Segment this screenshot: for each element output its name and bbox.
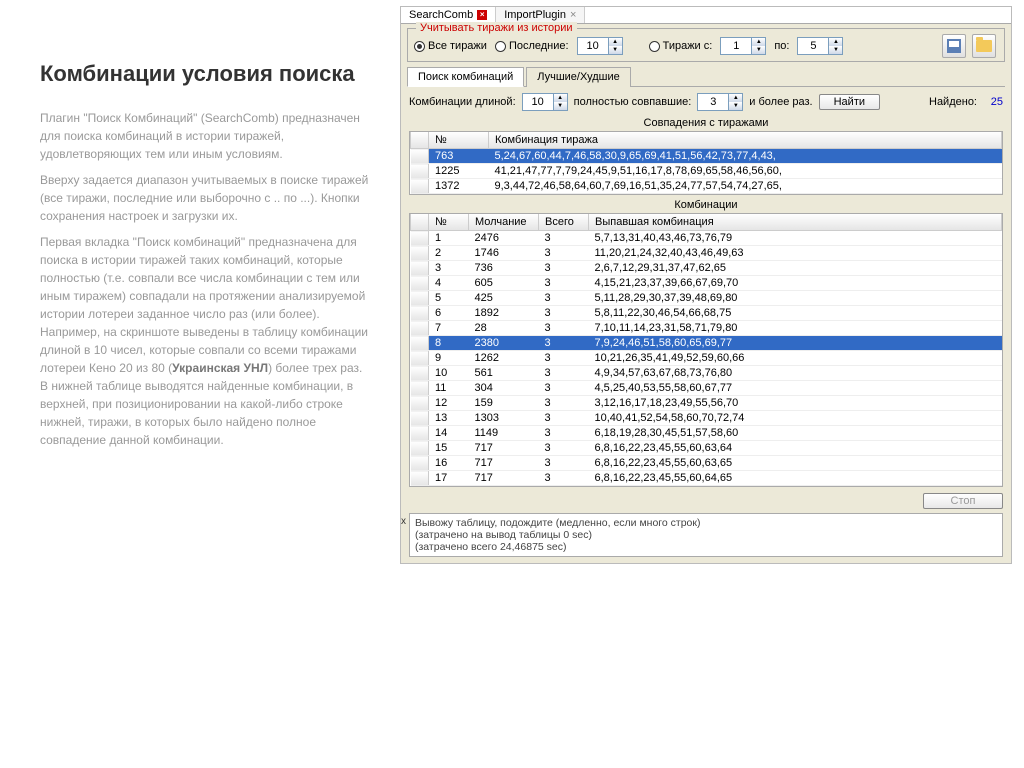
chevron-down-icon[interactable]: ▼	[728, 102, 742, 110]
app-window: SearchComb × ImportPlugin × Учитывать ти…	[400, 6, 1012, 564]
chevron-down-icon[interactable]: ▼	[608, 46, 622, 54]
table-row[interactable]: 8238037,9,24,46,51,58,60,65,69,77	[411, 336, 1002, 351]
folder-icon	[976, 40, 992, 52]
radio-all-draws[interactable]: Все тиражи	[414, 40, 487, 52]
table-row[interactable]: 1215933,12,16,17,18,23,49,55,56,70	[411, 396, 1002, 411]
length-label: Комбинации длиной:	[409, 96, 516, 108]
chevron-down-icon[interactable]: ▼	[751, 46, 765, 54]
subtab-bestworst[interactable]: Лучшие/Худшие	[526, 67, 630, 87]
matches-table: № Комбинация тиража 7635,24,67,60,44,7,4…	[410, 132, 1002, 194]
paragraph: Вверху задается диапазон учитываемых в п…	[40, 171, 370, 225]
table-row[interactable]: 460534,15,21,23,37,39,66,67,69,70	[411, 276, 1002, 291]
radio-icon	[495, 41, 506, 52]
table-row[interactable]: 13729,3,44,72,46,58,64,60,7,69,16,51,35,…	[411, 179, 1002, 194]
table-row[interactable]: 1771736,8,16,22,23,45,55,60,64,65	[411, 471, 1002, 486]
tab-importplugin[interactable]: ImportPlugin ×	[496, 7, 585, 23]
table-row[interactable]: 91262310,21,26,35,41,49,52,59,60,66	[411, 351, 1002, 366]
table-row[interactable]: 373632,6,7,12,29,31,37,47,62,65	[411, 261, 1002, 276]
table-row[interactable]: 6189235,8,11,22,30,46,54,66,68,75	[411, 306, 1002, 321]
chevron-up-icon[interactable]: ▲	[751, 38, 765, 46]
article-pane: Комбинации условия поиска Плагин "Поиск …	[0, 0, 400, 768]
radio-icon	[414, 41, 425, 52]
find-button[interactable]: Найти	[819, 94, 880, 110]
table-row[interactable]: 14114936,18,19,28,30,45,51,57,58,60	[411, 426, 1002, 441]
col-combo[interactable]: Выпавшая комбинация	[589, 214, 1002, 231]
match-spinner[interactable]: ▲▼	[697, 93, 743, 111]
table-row[interactable]: 542535,11,28,29,30,37,39,48,69,80	[411, 291, 1002, 306]
from-input[interactable]	[721, 38, 751, 54]
more-label: и более раз.	[749, 96, 812, 108]
col-combination[interactable]: Комбинация тиража	[489, 132, 1002, 149]
table-row[interactable]: 72837,10,11,14,23,31,58,71,79,80	[411, 321, 1002, 336]
disk-icon	[947, 39, 961, 53]
length-spinner[interactable]: ▲▼	[522, 93, 568, 111]
radio-last-draws[interactable]: Последние:	[495, 40, 569, 52]
col-number[interactable]: №	[429, 214, 469, 231]
open-button[interactable]	[972, 34, 996, 58]
found-value: 25	[983, 96, 1003, 108]
tab-searchcomb[interactable]: SearchComb ×	[401, 7, 496, 23]
chevron-up-icon[interactable]: ▲	[828, 38, 842, 46]
radio-range-draws[interactable]: Тиражи с:	[649, 40, 713, 52]
chevron-down-icon[interactable]: ▼	[828, 46, 842, 54]
chevron-up-icon[interactable]: ▲	[728, 94, 742, 102]
page-title: Комбинации условия поиска	[40, 60, 370, 89]
chevron-up-icon[interactable]: ▲	[553, 94, 567, 102]
close-icon[interactable]: ×	[570, 9, 576, 21]
match-label: полностью совпавшие:	[574, 96, 692, 108]
length-input[interactable]	[523, 94, 553, 110]
table-row[interactable]: 1247635,7,13,31,40,43,46,73,76,79	[411, 231, 1002, 246]
table-row[interactable]: 1130434,5,25,40,53,55,58,60,67,77	[411, 381, 1002, 396]
paragraph: Плагин "Поиск Комбинаций" (SearchComb) п…	[40, 109, 370, 163]
close-icon[interactable]: ×	[477, 10, 487, 20]
table-row[interactable]: 21746311,20,21,24,32,40,43,46,49,63	[411, 246, 1002, 261]
to-label: по:	[774, 40, 789, 52]
table-row[interactable]: 1571736,8,16,22,23,45,55,60,63,64	[411, 441, 1002, 456]
match-input[interactable]	[698, 94, 728, 110]
from-spinner[interactable]: ▲▼	[720, 37, 766, 55]
log-output: x Вывожу таблицу, подождите (медленно, е…	[409, 513, 1003, 557]
col-total[interactable]: Всего	[539, 214, 589, 231]
found-label: Найдено:	[929, 96, 977, 108]
combos-table: № Молчание Всего Выпавшая комбинация 124…	[410, 214, 1002, 486]
close-log-icon[interactable]: x	[401, 516, 406, 527]
combos-title: Комбинации	[401, 199, 1011, 211]
to-spinner[interactable]: ▲▼	[797, 37, 843, 55]
last-count-spinner[interactable]: ▲▼	[577, 37, 623, 55]
chevron-up-icon[interactable]: ▲	[608, 38, 622, 46]
table-row[interactable]: 131303310,40,41,52,54,58,60,70,72,74	[411, 411, 1002, 426]
save-button[interactable]	[942, 34, 966, 58]
table-row[interactable]: 1671736,8,16,22,23,45,55,60,63,65	[411, 456, 1002, 471]
table-row[interactable]: 1056134,9,34,57,63,67,68,73,76,80	[411, 366, 1002, 381]
paragraph: Первая вкладка "Поиск комбинаций" предна…	[40, 233, 370, 449]
subtab-search[interactable]: Поиск комбинаций	[407, 67, 524, 87]
to-input[interactable]	[798, 38, 828, 54]
col-silence[interactable]: Молчание	[469, 214, 539, 231]
table-row[interactable]: 7635,24,67,60,44,7,46,58,30,9,65,69,41,5…	[411, 149, 1002, 164]
radio-icon	[649, 41, 660, 52]
last-count-input[interactable]	[578, 38, 608, 54]
table-row[interactable]: 122541,21,47,77,7,79,24,45,9,51,16,17,8,…	[411, 164, 1002, 179]
groupbox-title: Учитывать тиражи из истории	[416, 22, 577, 34]
matches-title: Совпадения с тиражами	[401, 117, 1011, 129]
stop-button[interactable]: Стоп	[923, 493, 1003, 509]
col-number[interactable]: №	[429, 132, 489, 149]
chevron-down-icon[interactable]: ▼	[553, 102, 567, 110]
